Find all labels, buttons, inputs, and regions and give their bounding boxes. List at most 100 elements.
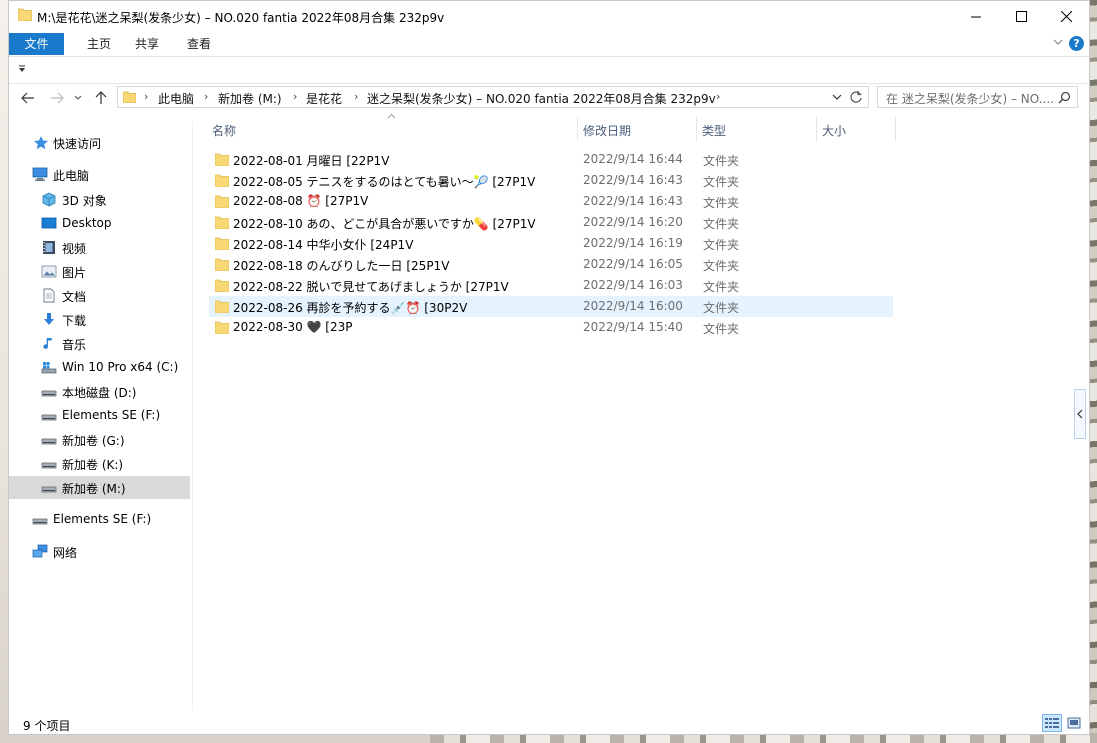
sidebar-item-elements-se[interactable]: Elements SE (F:) [9,508,190,531]
preview-pane-toggle[interactable] [1074,389,1086,439]
tab-file[interactable]: 文件 [9,33,64,55]
folder-icon [18,8,32,21]
up-button[interactable] [92,89,110,107]
column-divider[interactable] [895,117,896,141]
minimize-button[interactable] [953,1,999,32]
title-bar[interactable]: M:\是花花\迷之呆梨(发条少女) – NO.020 fantia 2022年0… [9,1,1089,32]
sidebar-item-downloads[interactable]: 下载 [9,308,190,331]
file-date: 2022/9/14 16:00 [583,299,683,313]
close-icon [1060,11,1072,22]
up-arrow-icon [95,91,107,104]
sidebar-item-quick-access[interactable]: 快速访问 [9,131,190,154]
expand-ribbon-chevron-icon[interactable] [1053,38,1063,46]
file-date: 2022/9/14 16:44 [583,152,683,166]
star-icon [34,136,48,150]
file-row[interactable]: 2022-08-10 あの、どこが具合が悪いですか💊 [27P1V 2022/9… [209,212,893,233]
breadcrumb-separator-icon[interactable]: › [204,90,208,103]
file-row[interactable]: 2022-08-05 テニスをするのはとても暑い～🎾 [27P1V 2022/9… [209,170,893,191]
file-row[interactable]: 2022-08-01 月曜日 [22P1V 2022/9/14 16:44 文件… [209,149,893,170]
sidebar-item-3d-objects[interactable]: 3D 对象 [9,188,190,211]
drive-icon [41,390,57,397]
refresh-icon[interactable] [849,90,863,104]
file-row[interactable]: 2022-08-18 のんびりした一日 [25P1V 2022/9/14 16:… [209,254,893,275]
item-count: 9 个项目 [23,719,71,733]
file-row[interactable]: 2022-08-30 🖤 [23P 2022/9/14 15:40 文件夹 [209,317,893,338]
music-icon [43,338,52,349]
file-row-hovered[interactable]: 2022-08-26 再診を予約する💉⏰ [30P2V 2022/9/14 16… [209,296,893,317]
chevron-down-icon [74,95,82,100]
file-type: 文件夹 [703,196,740,210]
sidebar-item-drive-g[interactable]: 新加卷 (G:) [9,428,190,451]
column-header-size[interactable]: 大小 [817,119,895,143]
breadcrumb-current-folder[interactable]: 迷之呆梨(发条少女) – NO.020 fantia 2022年08月合集 23… [367,90,716,107]
sidebar-item-desktop[interactable]: Desktop [9,212,190,235]
file-date: 2022/9/14 16:03 [583,278,683,292]
window-title: M:\是花花\迷之呆梨(发条少女) – NO.020 fantia 2022年0… [37,11,445,25]
drive-icon [41,486,57,493]
file-explorer-window: M:\是花花\迷之呆梨(发条少女) – NO.020 fantia 2022年0… [8,0,1090,735]
forward-button[interactable] [48,89,66,107]
network-icon [32,544,48,558]
large-icons-view-button[interactable] [1064,714,1084,732]
folder-icon [215,258,229,271]
address-dropdown-chevron-icon[interactable] [832,94,842,101]
search-placeholder: 在 迷之呆梨(发条少女) – NO.... [886,92,1055,106]
breadcrumb-separator-icon[interactable]: › [144,90,148,103]
drive-icon [41,414,57,421]
file-type: 文件夹 [703,154,740,168]
folder-icon [215,195,229,208]
maximize-button[interactable] [998,1,1044,32]
drive-icon [41,438,57,445]
minimize-icon [970,16,981,18]
breadcrumb-this-pc[interactable]: 此电脑 [158,90,194,107]
recent-locations-button[interactable] [72,89,84,107]
chevron-left-icon [1077,409,1083,419]
maximize-icon [1015,11,1027,22]
sidebar-item-drive-c[interactable]: Win 10 Pro x64 (C:) [9,356,190,379]
column-header-name[interactable]: 名称 [209,119,577,143]
breadcrumb-separator-icon[interactable]: › [716,90,720,103]
file-row[interactable]: 2022-08-22 脱いで見せてあげましょうか [27P1V 2022/9/1… [209,275,893,296]
pictures-icon [41,265,57,278]
address-bar[interactable]: › 此电脑 › 新加卷 (M:) › 是花花 › 迷之呆梨(发条少女) – NO… [117,86,869,108]
breadcrumb-separator-icon[interactable]: › [293,90,297,103]
download-icon [44,313,54,325]
sidebar-item-drive-d[interactable]: 本地磁盘 (D:) [9,380,190,403]
sidebar-item-music[interactable]: 音乐 [9,332,190,355]
folder-icon [215,216,229,229]
column-header-date[interactable]: 修改日期 [578,119,696,143]
sidebar-item-documents[interactable]: 文档 [9,284,190,307]
file-name: 2022-08-10 あの、どこが具合が悪いですか💊 [27P1V [233,217,536,231]
search-box[interactable]: 在 迷之呆梨(发条少女) – NO.... [877,86,1078,108]
sidebar-item-videos[interactable]: 视频 [9,236,190,259]
tab-view[interactable]: 查看 [179,33,219,55]
details-view-button[interactable] [1042,714,1062,732]
sidebar-item-pictures[interactable]: 图片 [9,260,190,283]
close-button[interactable] [1043,1,1089,32]
sidebar-item-drive-m[interactable]: 新加卷 (M:) [9,476,190,499]
search-icon[interactable] [1058,91,1071,104]
cube-3d-icon [42,192,56,207]
drive-icon [32,518,48,525]
file-row[interactable]: 2022-08-14 中华小女仆 [24P1V 2022/9/14 16:19 … [209,233,893,254]
sidebar-item-this-pc[interactable]: 此电脑 [9,163,190,186]
sidebar-item-drive-k[interactable]: 新加卷 (K:) [9,452,190,475]
file-name: 2022-08-05 テニスをするのはとても暑い～🎾 [27P1V [233,175,536,189]
folder-icon [215,153,229,166]
folder-icon [123,91,136,103]
customize-toolbar-dropdown-icon[interactable] [18,65,26,73]
file-row[interactable]: 2022-08-08 ⏰ [27P1V 2022/9/14 16:43 文件夹 [209,191,893,212]
breadcrumb-drive-m[interactable]: 新加卷 (M:) [218,90,282,107]
navigation-pane: 快速访问 此电脑 3D 对象 Desktop 视频 图片 文档 下载 音乐 Wi… [9,121,193,711]
column-header-type[interactable]: 类型 [697,119,816,143]
breadcrumb-separator-icon[interactable]: › [354,90,358,103]
sidebar-item-drive-f[interactable]: Elements SE (F:) [9,404,190,427]
tab-share[interactable]: 共享 [127,33,167,55]
back-button[interactable] [19,89,37,107]
help-button[interactable]: ? [1069,36,1084,51]
sidebar-item-network[interactable]: 网络 [9,540,190,563]
large-icons-view-icon [1067,717,1081,729]
breadcrumb-folder[interactable]: 是花花 [306,90,342,107]
file-type: 文件夹 [703,301,740,315]
tab-home[interactable]: 主页 [79,33,119,55]
